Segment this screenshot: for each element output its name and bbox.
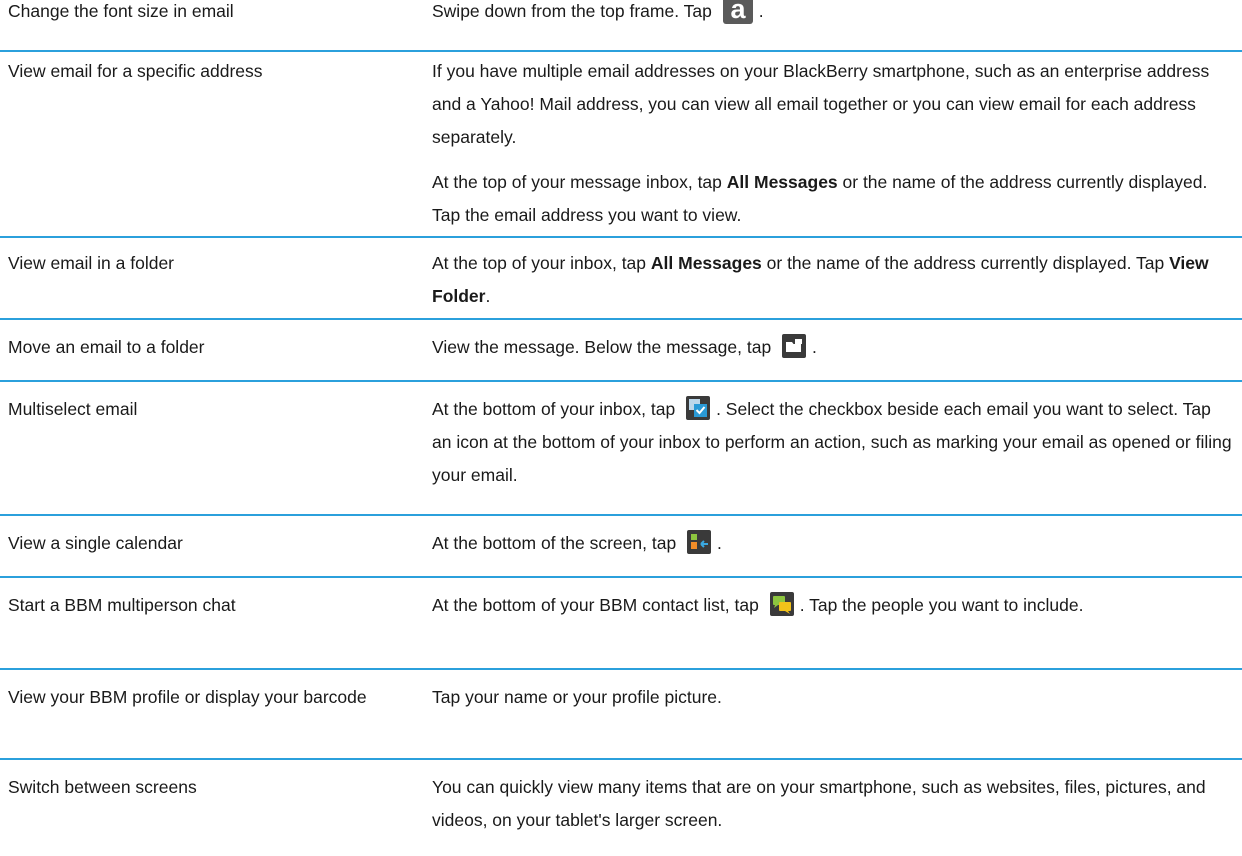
- file-folder-icon: [782, 334, 807, 359]
- calendar-toggle-icon: [687, 530, 712, 555]
- row-divider: [0, 318, 1242, 320]
- task-label: Switch between screens: [8, 777, 197, 797]
- text-run: At the top of your message inbox, tap: [432, 172, 727, 192]
- task-description: View the message. Below the message, tap…: [432, 331, 1232, 364]
- text-run: .: [758, 1, 764, 21]
- ui-term: All Messages: [650, 253, 762, 273]
- task-label: View a single calendar: [8, 533, 183, 553]
- description-paragraph: If you have multiple email addresses on …: [432, 55, 1232, 154]
- description-paragraph: At the bottom of the screen, tap .: [432, 527, 1232, 560]
- text-run: . Tap the people you want to include.: [799, 595, 1084, 615]
- row-divider: [0, 236, 1242, 238]
- row-divider: [0, 668, 1242, 670]
- task-description: If you have multiple email addresses on …: [432, 55, 1232, 232]
- multiselect-icon: [686, 396, 711, 421]
- task-label: View your BBM profile or display your ba…: [8, 687, 367, 707]
- row-divider: [0, 50, 1242, 52]
- description-paragraph: At the bottom of your BBM contact list, …: [432, 589, 1232, 622]
- task-label: View email in a folder: [8, 253, 175, 273]
- task-label: Move an email to a folder: [8, 337, 205, 357]
- task-label: Start a BBM multiperson chat: [8, 595, 236, 615]
- description-paragraph: You can quickly view many items that are…: [432, 771, 1232, 837]
- bbm-chat-icon: [769, 592, 794, 617]
- description-paragraph: View the message. Below the message, tap…: [432, 331, 1232, 364]
- task-description: Tap your name or your profile picture.: [432, 681, 1232, 714]
- text-run: At the bottom of the screen, tap: [432, 533, 682, 553]
- description-paragraph: Tap your name or your profile picture.: [432, 681, 1232, 714]
- row-divider: [0, 576, 1242, 578]
- task-description: At the bottom of your BBM contact list, …: [432, 589, 1232, 622]
- task-description: At the bottom of your inbox, tap . Selec…: [432, 393, 1232, 492]
- ui-term: All Messages: [726, 172, 838, 192]
- description-paragraph: Swipe down from the top frame. Tap a.: [432, 0, 1232, 28]
- text-run: .: [485, 286, 491, 306]
- text-run: Swipe down from the top frame. Tap: [432, 1, 717, 21]
- task-description: Swipe down from the top frame. Tap a.: [432, 0, 1232, 28]
- task-description: At the top of your inbox, tap All Messag…: [432, 247, 1232, 313]
- text-run: You can quickly view many items that are…: [432, 777, 1206, 830]
- font-size-icon: a: [722, 0, 753, 24]
- text-run: At the bottom of your BBM contact list, …: [432, 595, 764, 615]
- task-label: Change the font size in email: [8, 1, 234, 21]
- row-divider: [0, 380, 1242, 382]
- text-run: .: [812, 337, 817, 357]
- text-run: Tap your name or your profile picture.: [432, 687, 722, 707]
- text-run: If you have multiple email addresses on …: [432, 61, 1210, 147]
- text-run: View the message. Below the message, tap: [432, 337, 777, 357]
- row-divider: [0, 758, 1242, 760]
- task-description: You can quickly view many items that are…: [432, 771, 1232, 837]
- description-paragraph: At the top of your message inbox, tap Al…: [432, 166, 1232, 232]
- task-label: Multiselect email: [8, 399, 138, 419]
- task-description: At the bottom of the screen, tap .: [432, 527, 1232, 560]
- text-run: .: [717, 533, 722, 553]
- row-divider: [0, 514, 1242, 516]
- text-run: or the name of the address currently dis…: [761, 253, 1170, 273]
- description-paragraph: At the bottom of your inbox, tap . Selec…: [432, 393, 1232, 492]
- svg-text:a: a: [730, 0, 746, 24]
- text-run: At the top of your inbox, tap: [432, 253, 651, 273]
- description-paragraph: At the top of your inbox, tap All Messag…: [432, 247, 1232, 313]
- task-label: View email for a specific address: [8, 61, 263, 81]
- text-run: At the bottom of your inbox, tap: [432, 399, 681, 419]
